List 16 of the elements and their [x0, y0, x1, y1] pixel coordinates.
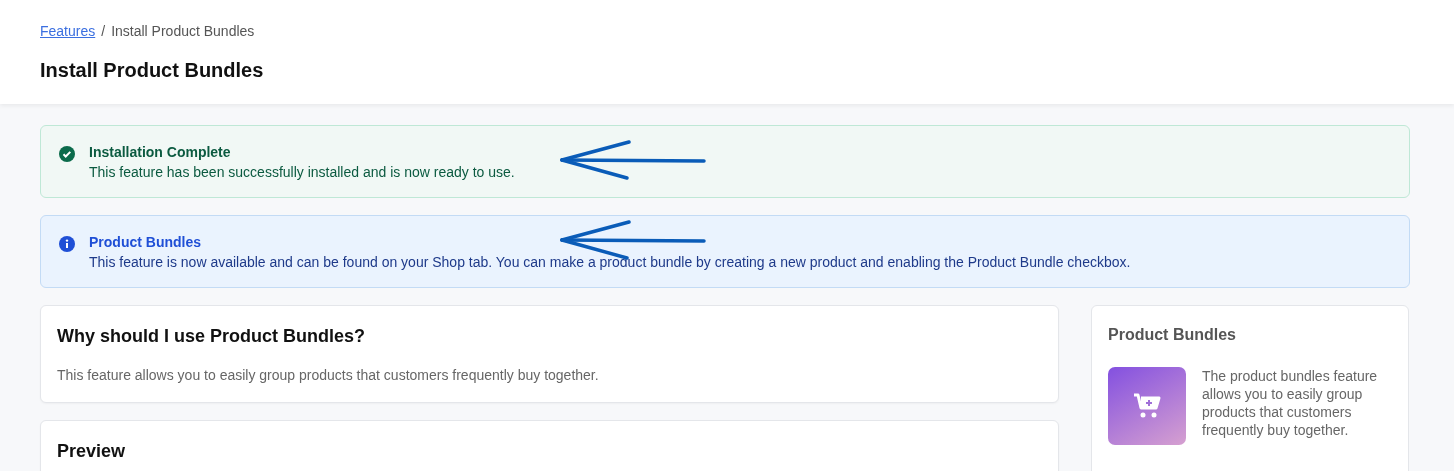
alert-title: Installation Complete	[89, 144, 232, 160]
info-icon	[59, 236, 75, 252]
check-circle-icon	[59, 146, 75, 162]
alert-title: Product Bundles	[89, 234, 202, 250]
sidebar-title: Product Bundles	[1108, 326, 1237, 344]
sidebar-text: The product bundles feature allows you to easily group products that customers frequently buy together.	[1202, 367, 1379, 440]
breadcrumb-current: Install Product Bundles	[111, 23, 255, 39]
alert-text: This feature has been successfully installed and is now ready to use.	[89, 164, 515, 180]
alert-text: This feature is now available and can be found on your Shop tab. You can make a product bundle by creating a new product and enabling the Product Bundle checkbox.	[89, 254, 1131, 270]
card-title: Preview	[57, 441, 127, 462]
page-title: Install Product Bundles	[40, 59, 265, 82]
cart-plus-icon	[1133, 393, 1161, 419]
card-text: This feature allows you to easily group products that customers frequently buy together.	[57, 367, 600, 383]
breadcrumb-separator: /	[101, 23, 106, 39]
breadcrumb-link[interactable]: Features	[40, 23, 96, 39]
card-title: Why should I use Product Bundles?	[57, 326, 366, 347]
